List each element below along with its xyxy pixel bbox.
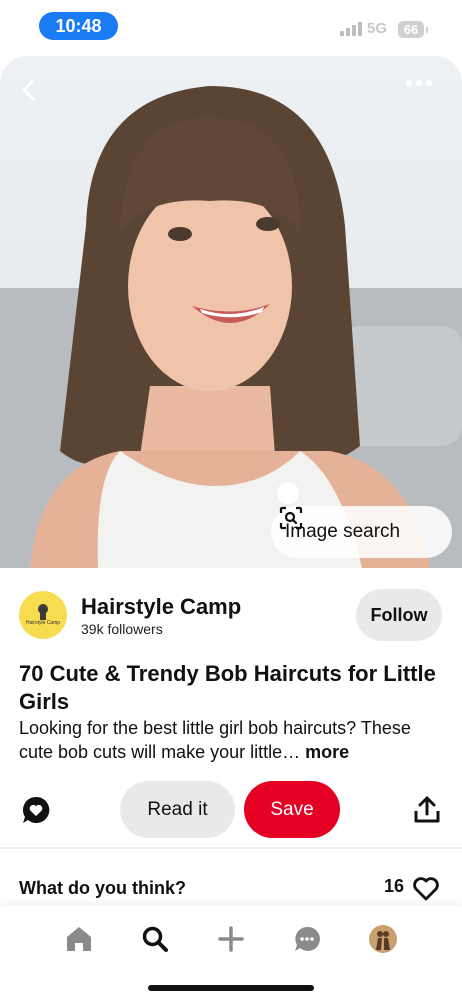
follow-button[interactable]: Follow	[356, 589, 442, 641]
tab-messages[interactable]	[290, 922, 324, 956]
creator-row: Hairstyle Camp Hairstyle Camp 39k follow…	[0, 578, 462, 654]
bottom-tab-bar	[0, 906, 462, 1000]
avatar-text: Hairstyle Camp	[25, 620, 61, 626]
image-search-icon	[279, 506, 303, 530]
carousel-indicator	[277, 482, 299, 504]
image-search-button[interactable]: Image search	[271, 506, 452, 558]
read-it-button[interactable]: Read it	[120, 781, 235, 838]
home-indicator	[148, 985, 314, 991]
description-text: Looking for the best little girl bob hai…	[19, 718, 411, 762]
signal-icon	[340, 22, 362, 36]
tab-profile[interactable]	[366, 922, 400, 956]
reaction-count: 16	[384, 876, 405, 896]
battery-indicator: 66	[398, 21, 428, 38]
back-button[interactable]	[20, 78, 52, 110]
more-options-icon	[406, 80, 432, 86]
status-time: 10:48	[39, 12, 118, 40]
pin-image[interactable]: Image search	[0, 56, 462, 568]
comment-icon	[22, 796, 50, 823]
status-bar: 10:48 5G 66	[0, 0, 462, 56]
heart-icon	[413, 877, 439, 901]
profile-icon	[369, 925, 397, 953]
creator-avatar[interactable]: Hairstyle Camp	[19, 591, 67, 639]
share-button[interactable]	[412, 795, 442, 825]
comments-prompt[interactable]: What do you think?	[19, 878, 186, 899]
home-icon	[67, 927, 91, 951]
network-type: 5G	[367, 20, 388, 37]
tab-home[interactable]	[62, 922, 96, 956]
pin-title: 70 Cute & Trendy Bob Haircuts for Little…	[19, 661, 436, 714]
create-icon	[218, 926, 244, 952]
creator-logo	[38, 604, 48, 620]
more-options-button[interactable]	[406, 80, 446, 108]
section-divider	[0, 847, 462, 849]
search-icon	[142, 926, 168, 952]
tab-search[interactable]	[138, 922, 172, 956]
pin-description: Looking for the best little girl bob hai…	[19, 716, 439, 764]
follower-count: 39k followers	[81, 621, 163, 637]
back-icon	[22, 79, 35, 101]
more-link[interactable]: more	[305, 742, 349, 762]
comment-button[interactable]	[20, 794, 52, 826]
creator-name[interactable]: Hairstyle Camp	[81, 594, 241, 620]
react-button[interactable]	[412, 876, 440, 902]
pin-photo	[0, 56, 462, 568]
tab-create[interactable]	[214, 922, 248, 956]
messages-icon	[295, 926, 320, 951]
save-button[interactable]: Save	[244, 781, 340, 838]
share-icon	[414, 796, 440, 823]
